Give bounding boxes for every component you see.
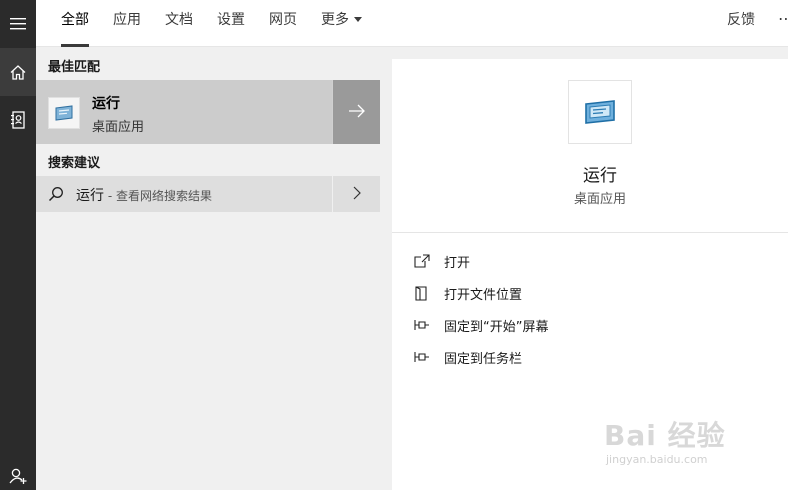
best-match-type: 桌面应用 bbox=[92, 120, 145, 135]
preview-app-name: 运行 bbox=[583, 166, 617, 186]
suggestion-hint: - 查看网络搜索结果 bbox=[104, 189, 212, 203]
pin-icon bbox=[414, 351, 436, 363]
feedback-button[interactable]: 反馈 bbox=[727, 0, 755, 40]
search-icon bbox=[48, 186, 64, 206]
action-pin-to-taskbar[interactable]: 固定到任务栏 bbox=[414, 345, 522, 369]
app-large-icon bbox=[568, 80, 632, 144]
web-suggestion-item[interactable]: 运行 - 查看网络搜索结果 bbox=[36, 176, 380, 212]
account-icon bbox=[9, 468, 27, 484]
chevron-down-icon bbox=[354, 17, 362, 22]
expand-preview-button[interactable] bbox=[332, 80, 380, 144]
action-pin-to-taskbar-label: 固定到任务栏 bbox=[444, 351, 523, 367]
tab-more[interactable]: 更多 bbox=[321, 0, 362, 47]
tab-all[interactable]: 全部 bbox=[61, 0, 89, 47]
open-icon bbox=[414, 254, 436, 268]
action-open-file-location[interactable]: 打开文件位置 bbox=[414, 281, 522, 305]
best-match-item[interactable]: 运行 桌面应用 bbox=[36, 80, 380, 144]
best-match-name: 运行 bbox=[92, 96, 120, 112]
preview-pane: 运行 桌面应用 打开 打开文件位置 固定到“开始”屏幕 固定到任务栏 bbox=[392, 59, 788, 490]
tab-apps[interactable]: 应用 bbox=[113, 0, 141, 47]
run-icon bbox=[48, 97, 80, 129]
action-pin-to-start[interactable]: 固定到“开始”屏幕 bbox=[414, 313, 548, 337]
suggestion-text: 运行 - 查看网络搜索结果 bbox=[76, 185, 212, 205]
tab-more-label: 更多 bbox=[321, 12, 349, 28]
left-rail bbox=[0, 0, 36, 490]
notebook-icon bbox=[11, 111, 25, 129]
action-open-label: 打开 bbox=[444, 255, 471, 271]
tab-web[interactable]: 网页 bbox=[269, 0, 297, 47]
filter-tab-bar: 全部 应用 文档 设置 网页 更多 反馈 bbox=[36, 0, 788, 47]
suggestion-expand-button[interactable] bbox=[332, 176, 380, 212]
more-options-button[interactable]: ⋯ bbox=[778, 0, 788, 40]
tab-settings[interactable]: 设置 bbox=[217, 0, 245, 47]
notebook-button[interactable] bbox=[0, 96, 36, 144]
chevron-right-icon bbox=[353, 185, 361, 204]
results-pane: 最佳匹配 运行 桌面应用 搜索建议 运行 - 查看网络搜索结果 bbox=[36, 47, 380, 490]
file-location-icon bbox=[414, 285, 436, 301]
action-open[interactable]: 打开 bbox=[414, 249, 470, 273]
arrow-right-icon bbox=[348, 103, 366, 122]
suggestions-heading: 搜索建议 bbox=[48, 156, 101, 171]
preview-app-type: 桌面应用 bbox=[573, 192, 626, 207]
preview-divider bbox=[392, 232, 788, 233]
pin-icon bbox=[414, 319, 436, 331]
tab-documents[interactable]: 文档 bbox=[165, 0, 193, 47]
home-icon bbox=[10, 64, 26, 80]
action-open-file-location-label: 打开文件位置 bbox=[444, 287, 523, 303]
home-button[interactable] bbox=[0, 48, 36, 96]
hamburger-icon bbox=[10, 18, 26, 30]
menu-button[interactable] bbox=[0, 0, 36, 48]
suggestion-query: 运行 bbox=[76, 188, 104, 204]
account-button[interactable] bbox=[0, 452, 36, 490]
best-match-heading: 最佳匹配 bbox=[48, 60, 101, 75]
action-pin-to-start-label: 固定到“开始”屏幕 bbox=[444, 319, 549, 335]
